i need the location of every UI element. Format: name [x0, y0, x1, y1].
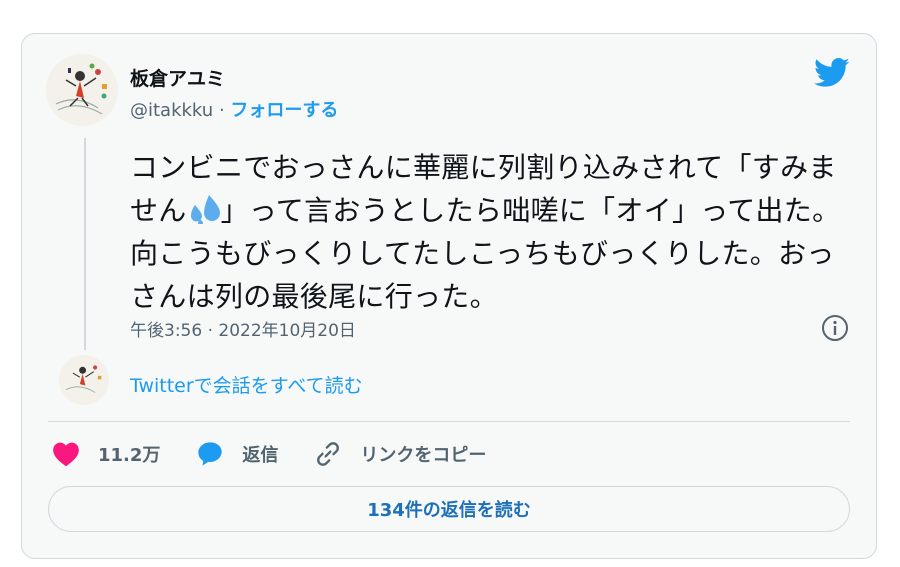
tweet-actions: 11.2万 返信 リンクをコピー — [52, 436, 522, 472]
sweat-droplets-icon — [190, 195, 220, 224]
read-replies-button[interactable]: 134件の返信を読む — [48, 486, 850, 532]
thread-line — [84, 138, 86, 350]
link-icon — [317, 442, 340, 466]
divider — [48, 421, 850, 422]
embedded-tweet-card: 板倉アユミ @itakkku · フォローする コンビニでおっさんに華麗に列割り… — [21, 33, 877, 559]
author-handle[interactable]: @itakkku — [130, 100, 213, 121]
tweet-text: コンビニでおっさんに華麗に列割り込みされて「すみません 」って言おうとしたら咄嗟… — [130, 146, 850, 318]
follow-link[interactable]: フォローする — [230, 100, 338, 121]
copy-link-button[interactable]: リンクをコピー — [314, 440, 486, 468]
reply-button[interactable]: 返信 — [196, 440, 278, 468]
twitter-bird-icon[interactable] — [814, 58, 850, 88]
conversation-avatar — [59, 355, 109, 405]
like-button[interactable]: 11.2万 — [52, 441, 160, 467]
read-conversation-link[interactable]: Twitterで会話をすべて読む — [130, 371, 363, 398]
author-name[interactable]: 板倉アユミ — [130, 64, 225, 91]
tweet-timestamp[interactable]: 午後3:56 · 2022年10月20日 — [130, 316, 356, 341]
heart-icon — [53, 442, 79, 467]
reply-label: 返信 — [242, 445, 279, 466]
copy-link-label: リンクをコピー — [360, 445, 487, 466]
info-icon[interactable] — [821, 314, 849, 342]
author-handle-row: @itakkku · フォローする — [130, 96, 338, 122]
likes-count: 11.2万 — [98, 445, 161, 466]
read-replies-label: 134件の返信を読む — [367, 500, 531, 521]
handle-separator: · — [218, 100, 225, 121]
reply-bubble-icon — [198, 442, 223, 466]
tweet-text-part-2: 」って言おうとしたら咄嗟に「オイ」って出た。向こうもびっくりしてたしこっちもびっ… — [130, 194, 841, 313]
author-avatar[interactable] — [46, 54, 118, 126]
